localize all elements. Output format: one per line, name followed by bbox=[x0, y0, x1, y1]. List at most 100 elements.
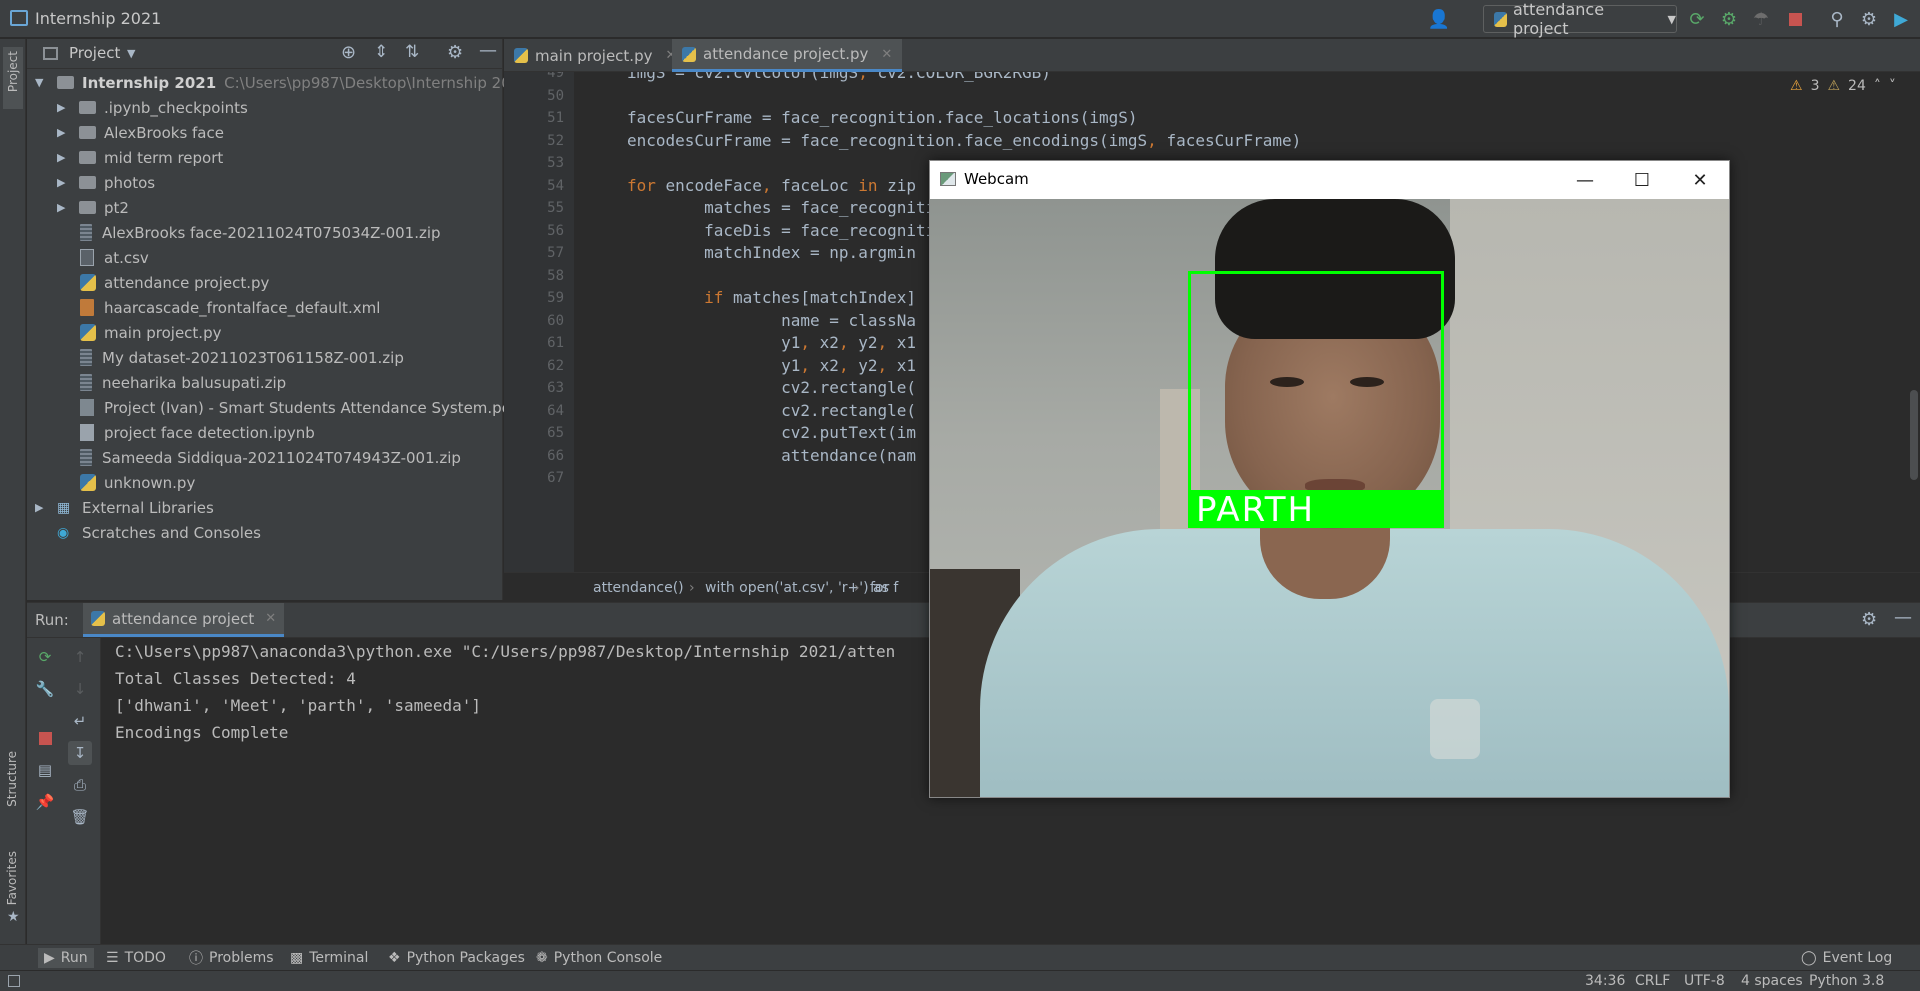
code-line[interactable]: cv2.rectangle( bbox=[627, 401, 916, 420]
tree-file[interactable]: project face detection.ipynb bbox=[80, 420, 315, 445]
tree-file[interactable]: at.csv bbox=[80, 245, 149, 270]
tree-file[interactable]: Project (Ivan) - Smart Students Attendan… bbox=[80, 395, 517, 420]
structure-tool-tab[interactable]: Structure bbox=[5, 751, 19, 811]
webcam-window[interactable]: Webcam — ☐ ✕ PARTH bbox=[929, 160, 1730, 798]
code-line[interactable]: matchIndex = np.argmin bbox=[627, 243, 916, 262]
chevron-right-icon[interactable]: ▶ bbox=[57, 151, 71, 164]
code-line[interactable]: cv2.rectangle( bbox=[627, 378, 916, 397]
tree-file[interactable]: Sameeda Siddiqua-20211024T074943Z-001.zi… bbox=[80, 445, 461, 470]
project-panel-title[interactable]: Project bbox=[69, 44, 120, 62]
gear-icon[interactable]: ⚙ bbox=[1858, 8, 1880, 30]
tree-root-folder[interactable]: ▼ Internship 2021 C:\Users\pp987\Desktop\I… bbox=[35, 70, 530, 95]
coverage-icon[interactable]: ☂ bbox=[1750, 8, 1772, 30]
chevron-down-icon[interactable]: ˅ bbox=[1889, 78, 1896, 94]
code-line[interactable]: cv2.putText(im bbox=[627, 423, 916, 442]
tree-file[interactable]: attendance project.py bbox=[80, 270, 269, 295]
code-line[interactable]: faceDis = face_recogniti bbox=[627, 221, 935, 240]
collapse-all-icon[interactable]: ⇅ bbox=[405, 42, 419, 62]
arrow-up-icon[interactable]: ↑ bbox=[68, 645, 92, 669]
tab-attendance-project[interactable]: attendance project.py ✕ bbox=[672, 39, 903, 72]
hide-icon[interactable]: — bbox=[1894, 607, 1912, 628]
run-config-selector[interactable]: attendance project ▼ bbox=[1483, 0, 1677, 38]
chevron-right-icon[interactable]: ▶ bbox=[57, 201, 71, 214]
tree-file[interactable]: main project.py bbox=[80, 320, 221, 345]
chevron-right-icon[interactable]: ▶ bbox=[57, 176, 71, 189]
close-icon[interactable]: ✕ bbox=[881, 47, 892, 62]
file-encoding[interactable]: UTF-8 bbox=[1684, 973, 1725, 989]
trash-icon[interactable]: 🗑 bbox=[68, 805, 92, 829]
maximize-icon[interactable]: ☐ bbox=[1613, 161, 1671, 199]
run-tab[interactable]: attendance project ✕ bbox=[83, 603, 285, 637]
code-line[interactable]: if matches[matchIndex] bbox=[627, 288, 916, 307]
chevron-up-icon[interactable]: ˄ bbox=[1874, 78, 1881, 94]
webcam-title-bar[interactable]: Webcam — ☐ ✕ bbox=[930, 161, 1729, 199]
arrow-down-icon[interactable]: ↓ bbox=[68, 677, 92, 701]
soft-wrap-icon[interactable]: ↵ bbox=[68, 709, 92, 733]
chevron-down-icon[interactable]: ▼ bbox=[127, 47, 135, 60]
minimize-icon[interactable]: — bbox=[1556, 161, 1614, 199]
project-tool-tab[interactable]: Project bbox=[3, 47, 23, 109]
rerun-icon[interactable]: ⟳ bbox=[1686, 8, 1708, 30]
pin-icon[interactable]: 📌 bbox=[33, 790, 57, 814]
code-line[interactable]: name = classNa bbox=[627, 311, 916, 330]
tab-main-project[interactable]: main project.py ✕ bbox=[504, 39, 686, 72]
python-interpreter[interactable]: Python 3.8 bbox=[1809, 973, 1884, 989]
stop-icon[interactable] bbox=[1784, 8, 1806, 30]
favorites-tool-tab[interactable]: Favorites bbox=[5, 851, 19, 909]
chevron-right-icon[interactable]: ▶ bbox=[57, 101, 71, 114]
tree-folder[interactable]: ▶ photos bbox=[57, 170, 155, 195]
breadcrumb-item[interactable]: for bbox=[870, 580, 889, 596]
code-line[interactable]: facesCurFrame = face_recognition.face_lo… bbox=[627, 108, 1138, 127]
tab-terminal[interactable]: ▩ Terminal bbox=[290, 948, 368, 968]
scrollbar[interactable] bbox=[1908, 72, 1920, 572]
scroll-to-end-icon[interactable]: ↧ bbox=[68, 741, 92, 765]
scroll-thumb[interactable] bbox=[1910, 390, 1918, 480]
rerun-icon[interactable]: ⟳ bbox=[33, 645, 57, 669]
tree-file[interactable]: My dataset-20211023T061158Z-001.zip bbox=[80, 345, 404, 370]
inspection-widget[interactable]: ⚠ 3 ⚠ 24 ˄ ˅ bbox=[1790, 78, 1896, 94]
expand-all-icon[interactable]: ⇕ bbox=[374, 42, 388, 62]
event-log-button[interactable]: ◯ Event Log bbox=[1801, 948, 1892, 968]
code-line[interactable]: attendance(nam bbox=[627, 446, 916, 465]
layout-icon[interactable]: ▤ bbox=[33, 758, 57, 782]
gear-icon[interactable]: ⚙ bbox=[447, 42, 463, 63]
line-separator[interactable]: CRLF bbox=[1635, 973, 1670, 989]
code-line[interactable]: imgS = cv2.cvtColor(imgS, cv2.COLOR_BGR2… bbox=[627, 72, 1051, 82]
tree-file[interactable]: unknown.py bbox=[80, 470, 195, 495]
toggle-tool-windows-icon[interactable] bbox=[8, 975, 20, 987]
print-icon[interactable]: ⎙ bbox=[68, 773, 92, 797]
caret-position[interactable]: 34:36 bbox=[1585, 973, 1625, 989]
tab-problems[interactable]: ⓘ Problems bbox=[189, 948, 274, 968]
tab-python-console[interactable]: ❁ Python Console bbox=[536, 948, 662, 968]
tab-python-packages[interactable]: ❖ Python Packages bbox=[388, 948, 525, 968]
tree-folder[interactable]: ▶ pt2 bbox=[57, 195, 129, 220]
tab-run[interactable]: ▶ Run bbox=[38, 948, 94, 968]
tree-folder[interactable]: ▶ .ipynb_checkpoints bbox=[57, 95, 248, 120]
tree-folder[interactable]: ▶ AlexBrooks face bbox=[57, 120, 224, 145]
code-line[interactable]: y1, x2, y2, x1 bbox=[627, 333, 916, 352]
tree-scratches[interactable]: ◉ Scratches and Consoles bbox=[57, 520, 261, 545]
hide-icon[interactable]: — bbox=[479, 40, 497, 61]
tree-folder[interactable]: ▶ mid term report bbox=[57, 145, 223, 170]
code-line[interactable]: y1, x2, y2, x1 bbox=[627, 356, 916, 375]
tab-todo[interactable]: ☰ TODO bbox=[106, 948, 166, 968]
chevron-right-icon[interactable]: ▶ bbox=[57, 126, 71, 139]
tree-external-libraries[interactable]: ▶ ▦ External Libraries bbox=[35, 495, 214, 520]
wrench-icon[interactable]: 🔧 bbox=[33, 677, 57, 701]
tree-file[interactable]: neeharika balusupati.zip bbox=[80, 370, 286, 395]
close-icon[interactable]: ✕ bbox=[1671, 161, 1729, 199]
stop-icon[interactable] bbox=[33, 726, 57, 750]
tree-file[interactable]: AlexBrooks face-20211024T075034Z-001.zip bbox=[80, 220, 441, 245]
code-line[interactable]: matches = face_recogniti bbox=[627, 198, 935, 217]
chevron-right-icon[interactable]: ▶ bbox=[35, 501, 49, 514]
search-icon[interactable]: ⚲ bbox=[1826, 8, 1848, 30]
gear-icon[interactable]: ⚙ bbox=[1861, 609, 1877, 630]
code-line[interactable]: encodesCurFrame = face_recognition.face_… bbox=[627, 131, 1301, 150]
plugins-icon[interactable]: ▶ bbox=[1890, 8, 1912, 30]
debug-icon[interactable]: ⚙ bbox=[1718, 8, 1740, 30]
user-icon[interactable]: 👤 bbox=[1428, 8, 1450, 30]
close-icon[interactable]: ✕ bbox=[265, 611, 276, 626]
tree-file[interactable]: haarcascade_frontalface_default.xml bbox=[80, 295, 380, 320]
chevron-down-icon[interactable]: ▼ bbox=[35, 76, 49, 89]
locate-icon[interactable]: ⊕ bbox=[341, 42, 356, 63]
